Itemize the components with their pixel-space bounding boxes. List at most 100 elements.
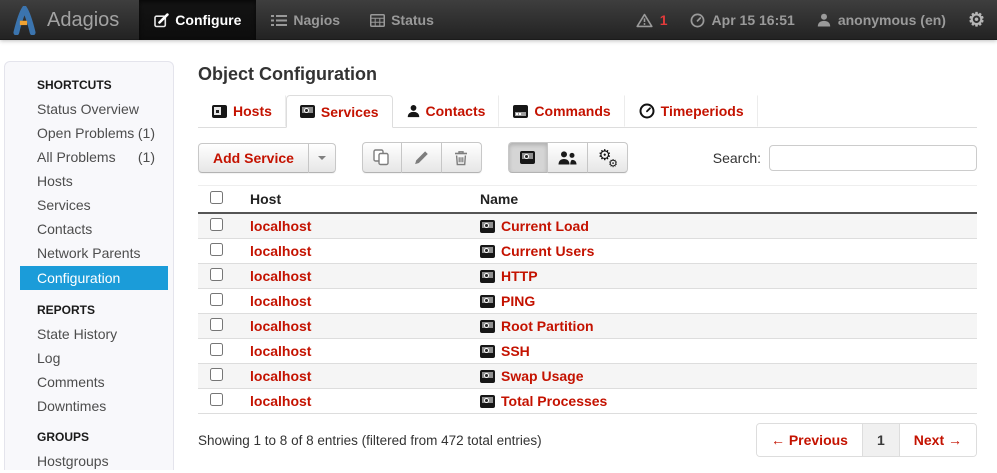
settings-view-button[interactable]: ⚙ ⚙	[588, 142, 628, 173]
service-link[interactable]: PING	[501, 293, 535, 309]
tab-services[interactable]: Services	[286, 95, 393, 128]
next-page-button[interactable]: Next →	[899, 424, 976, 456]
host-link[interactable]: localhost	[250, 343, 311, 359]
row-checkbox[interactable]	[210, 318, 223, 331]
table-row: localhost Current Load	[198, 213, 977, 239]
sidebar-item-configuration[interactable]: Configuration	[20, 266, 168, 290]
sidebar-heading-groups: GROUPS	[5, 418, 173, 449]
service-icon	[480, 345, 495, 358]
brand-link[interactable]: Adagios	[0, 0, 139, 40]
edit-button[interactable]	[402, 142, 442, 173]
services-view-button[interactable]	[508, 142, 548, 173]
sidebar-item-status-overview[interactable]: Status Overview	[5, 97, 173, 121]
tab-contacts[interactable]: Contacts	[393, 95, 500, 127]
pagination: ← Previous 1 Next →	[756, 423, 977, 457]
adagios-logo-icon	[12, 6, 37, 35]
host-link[interactable]: localhost	[250, 368, 311, 384]
sidebar-item-services[interactable]: Services	[5, 193, 173, 217]
tab-timeperiods[interactable]: Timeperiods	[625, 95, 758, 127]
nav-item-label: Configure	[175, 12, 241, 28]
sidebar-item-open-problems[interactable]: Open Problems(1)	[5, 121, 173, 145]
column-header-name[interactable]: Name	[472, 186, 977, 214]
host-link[interactable]: localhost	[250, 268, 311, 284]
sidebar-item-hosts[interactable]: Hosts	[5, 169, 173, 193]
service-icon	[520, 151, 535, 164]
row-checkbox[interactable]	[210, 218, 223, 231]
delete-button[interactable]	[442, 142, 482, 173]
clock-icon	[639, 103, 655, 119]
host-link[interactable]: localhost	[250, 393, 311, 409]
search-input[interactable]	[769, 145, 977, 171]
service-link[interactable]: SSH	[501, 343, 530, 359]
row-checkbox[interactable]	[210, 243, 223, 256]
service-link[interactable]: Current Load	[501, 218, 589, 234]
sidebar-item-log[interactable]: Log	[5, 346, 173, 370]
service-link[interactable]: Swap Usage	[501, 368, 583, 384]
select-all-checkbox[interactable]	[210, 191, 223, 204]
previous-page-button[interactable]: ← Previous	[757, 424, 862, 456]
nav-item-nagios[interactable]: Nagios	[256, 0, 355, 40]
edit-icon	[154, 13, 169, 28]
sidebar-item-label: Log	[37, 350, 60, 366]
service-link[interactable]: Total Processes	[501, 393, 607, 409]
trash-icon	[454, 150, 468, 166]
edit-button-group	[362, 142, 482, 173]
row-checkbox[interactable]	[210, 393, 223, 406]
sidebar-item-label: Status Overview	[37, 101, 139, 117]
clock-icon	[690, 13, 705, 28]
alert-count-badge[interactable]: 1	[660, 12, 668, 28]
sidebar: SHORTCUTS Status Overview Open Problems(…	[4, 61, 174, 470]
sidebar-item-comments[interactable]: Comments	[5, 370, 173, 394]
sidebar-item-hostgroups[interactable]: Hostgroups	[5, 449, 173, 473]
copy-button[interactable]	[362, 142, 402, 173]
services-table: Host Name localhost Current Load localho…	[198, 185, 977, 414]
service-link[interactable]: Root Partition	[501, 318, 594, 334]
search-area: Search:	[713, 145, 977, 171]
service-icon	[480, 245, 495, 258]
host-link[interactable]: localhost	[250, 293, 311, 309]
tab-label: Commands	[534, 103, 610, 119]
service-icon	[480, 270, 495, 283]
nav-item-configure[interactable]: Configure	[139, 0, 256, 40]
row-checkbox[interactable]	[210, 293, 223, 306]
pencil-icon	[413, 149, 430, 166]
list-icon	[271, 14, 287, 27]
row-checkbox[interactable]	[210, 343, 223, 356]
add-service-dropdown-button[interactable]	[309, 143, 336, 173]
sidebar-item-contacts[interactable]: Contacts	[5, 217, 173, 241]
row-checkbox[interactable]	[210, 268, 223, 281]
sidebar-item-all-problems[interactable]: All Problems(1)	[5, 145, 173, 169]
sidebar-item-label: Hosts	[37, 173, 73, 189]
user-menu[interactable]: anonymous (en)	[838, 12, 946, 28]
service-link[interactable]: HTTP	[501, 268, 538, 284]
sidebar-item-label: Contacts	[37, 221, 92, 237]
sidebar-item-label: All Problems	[37, 149, 116, 165]
people-icon	[558, 151, 577, 165]
sidebar-item-label: Open Problems	[37, 125, 134, 141]
host-link[interactable]: localhost	[250, 318, 311, 334]
people-view-button[interactable]	[548, 142, 588, 173]
datetime-label: Apr 15 16:51	[712, 12, 795, 28]
search-label: Search:	[713, 150, 761, 166]
sidebar-item-network-parents[interactable]: Network Parents	[5, 241, 173, 265]
host-link[interactable]: localhost	[250, 243, 311, 259]
gear-icon[interactable]: ⚙	[968, 11, 985, 30]
sidebar-item-downtimes[interactable]: Downtimes	[5, 394, 173, 418]
nav-item-status[interactable]: Status	[355, 0, 449, 40]
table-row: localhost Root Partition	[198, 314, 977, 339]
table-row: localhost Current Users	[198, 239, 977, 264]
warning-icon[interactable]	[636, 13, 653, 28]
brand-title: Adagios	[47, 9, 119, 32]
tab-commands[interactable]: Commands	[499, 95, 624, 127]
host-link[interactable]: localhost	[250, 218, 311, 234]
sidebar-item-label: Hostgroups	[37, 453, 109, 469]
tab-label: Timeperiods	[661, 103, 744, 119]
column-header-host[interactable]: Host	[242, 186, 472, 214]
tab-hosts[interactable]: Hosts	[198, 95, 286, 127]
service-link[interactable]: Current Users	[501, 243, 594, 259]
row-checkbox[interactable]	[210, 368, 223, 381]
sidebar-item-state-history[interactable]: State History	[5, 322, 173, 346]
sidebar-heading-reports: REPORTS	[5, 291, 173, 322]
current-page-button[interactable]: 1	[862, 424, 899, 456]
add-service-button[interactable]: Add Service	[198, 143, 309, 173]
